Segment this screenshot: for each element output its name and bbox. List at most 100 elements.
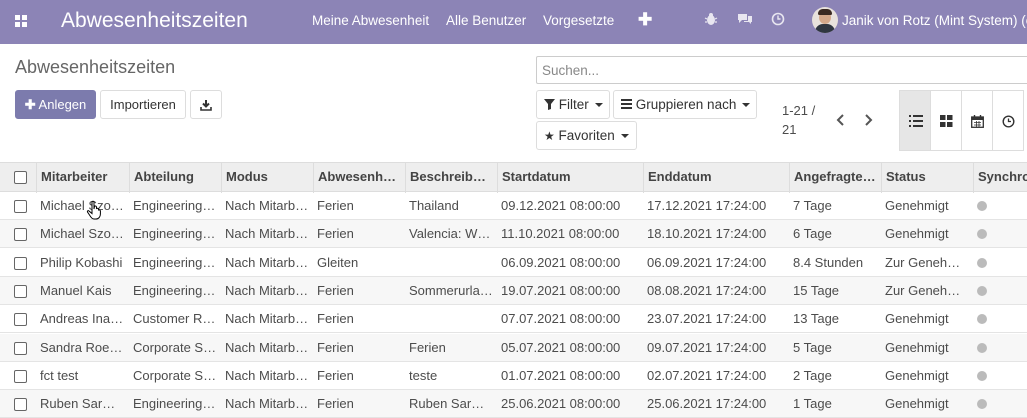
cell-start-date: 19.07.2021 08:00:00 [501, 283, 621, 298]
filter-label: Filter [558, 97, 589, 112]
chevron-right-icon[interactable] [862, 112, 874, 128]
group-by-dropdown[interactable]: Gruppieren nach [613, 90, 757, 119]
activity-view-button[interactable] [992, 90, 1024, 151]
column-header-requested[interactable]: Angefragte… [789, 163, 882, 193]
avatar[interactable] [812, 7, 838, 33]
cell-status: Genehmigt [885, 198, 949, 213]
column-header-absence-type[interactable]: Abwesenh… [313, 163, 406, 193]
table-row[interactable]: Manuel Kais Engineering… Nach Mitarb… Ferie… [0, 277, 1027, 305]
select-all-checkbox[interactable] [14, 171, 27, 184]
cell-requested: 1 Tage [793, 396, 832, 411]
row-checkbox[interactable] [14, 313, 27, 326]
column-header-start-date[interactable]: Startdatum [497, 163, 643, 193]
calendar-view-icon [971, 115, 984, 128]
menu-all-users[interactable]: Alle Benutzer [446, 13, 526, 29]
cell-mode: Nach Mitarb… [225, 311, 309, 326]
cell-mode: Nach Mitarb… [225, 340, 309, 355]
cell-employee: fct test [40, 368, 79, 383]
search-input[interactable] [536, 56, 1027, 84]
clock-icon[interactable] [771, 12, 785, 26]
row-checkbox[interactable] [14, 228, 27, 241]
cell-absence-type: Ferien [317, 396, 354, 411]
row-checkbox[interactable] [14, 257, 27, 270]
filter-dropdown[interactable]: Filter [536, 90, 610, 119]
breadcrumb: Abwesenheitszeiten [15, 57, 176, 77]
calendar-view-button[interactable] [961, 90, 993, 151]
favorites-label: Favoriten [558, 128, 615, 143]
column-header-sync[interactable]: Synchro [973, 163, 1027, 193]
column-header-mode[interactable]: Modus [221, 163, 314, 193]
cell-absence-type: Gleiten [317, 255, 359, 270]
row-checkbox[interactable] [14, 200, 27, 213]
cell-end-date: 08.08.2021 17:24:00 [647, 283, 767, 298]
pager-value[interactable]: 1-21 / [782, 101, 822, 120]
row-checkbox[interactable] [14, 370, 27, 383]
column-header-status[interactable]: Status [881, 163, 974, 193]
cell-description: Sommerurla… [409, 283, 493, 298]
table-row[interactable]: Michael Szo… Engineering… Nach Mitarb… Feri… [0, 192, 1027, 220]
column-header-end-date[interactable]: Enddatum [643, 163, 790, 193]
chevron-left-icon[interactable] [835, 112, 847, 128]
cell-description: Valencia: W… [409, 226, 491, 241]
cell-department: Engineering… [133, 283, 216, 298]
chevron-down-icon [742, 103, 751, 108]
list-view-button[interactable] [899, 90, 931, 151]
plus-icon: ✚ [24, 97, 36, 112]
column-header-department[interactable]: Abteilung [129, 163, 222, 193]
apps-grid-icon[interactable] [15, 15, 27, 27]
download-button[interactable] [190, 90, 222, 119]
sync-status-dot [977, 258, 987, 268]
import-button[interactable]: Importieren [100, 90, 186, 119]
download-icon [200, 100, 212, 111]
cell-employee: Sandra Roe… [40, 340, 123, 355]
chat-icon[interactable] [737, 12, 753, 26]
sync-status-dot [977, 371, 987, 381]
kanban-view-button[interactable] [930, 90, 962, 151]
table-row[interactable]: Andreas Ina… Customer R… Nach Mitarb… Ferie… [0, 305, 1027, 333]
add-menu-icon[interactable]: ✚ [638, 10, 652, 30]
app-title: Abwesenheitszeiten [61, 9, 248, 32]
cell-employee: Philip Kobashi [40, 255, 123, 270]
cell-requested: 15 Tage [793, 283, 840, 298]
pager[interactable]: 1-21 / 21 [782, 101, 822, 139]
row-checkbox[interactable] [14, 342, 27, 355]
user-name[interactable]: Janik von Rotz (Mint System) (cp [842, 13, 1027, 28]
list-bars-icon [621, 99, 632, 109]
star-icon: ★ [544, 129, 555, 143]
table-header: Mitarbeiter Abteilung Modus Abwesenh… Be… [0, 162, 1027, 193]
cell-description: Ferien [409, 340, 446, 355]
cell-employee: Michael Szo… [40, 198, 124, 213]
favorites-dropdown[interactable]: ★ Favoriten [536, 121, 637, 150]
cell-end-date: 17.12.2021 17:24:00 [647, 198, 767, 213]
cell-department: Customer R… [133, 311, 216, 326]
filter-icon [544, 99, 555, 110]
pager-total: 21 [782, 122, 797, 137]
cell-absence-type: Ferien [317, 226, 354, 241]
cell-end-date: 09.07.2021 17:24:00 [647, 340, 767, 355]
table-row[interactable]: fct test Corporate S… Nach Mitarb… Ferien te… [0, 362, 1027, 390]
menu-managers[interactable]: Vorgesetzte [543, 13, 614, 29]
column-header-description[interactable]: Beschreib… [405, 163, 498, 193]
table-row[interactable]: Ruben Sar… Engineering… Nach Mitarb… Ferien… [0, 390, 1027, 418]
table-row[interactable]: Philip Kobashi Engineering… Nach Mitarb… Gl… [0, 249, 1027, 277]
menu-my-absence[interactable]: Meine Abwesenheit [312, 13, 429, 29]
cell-mode: Nach Mitarb… [225, 198, 309, 213]
cell-requested: 5 Tage [793, 340, 832, 355]
bug-icon[interactable] [704, 12, 718, 26]
sync-status-dot [977, 201, 987, 211]
table-row[interactable]: Sandra Roe… Corporate S… Nach Mitarb… Ferie… [0, 334, 1027, 362]
row-checkbox[interactable] [14, 285, 27, 298]
create-button[interactable]: ✚ Anlegen [15, 90, 96, 119]
cell-end-date: 02.07.2021 17:24:00 [647, 368, 767, 383]
cell-department: Engineering… [133, 226, 216, 241]
column-header-employee[interactable]: Mitarbeiter [36, 163, 129, 193]
cell-absence-type: Ferien [317, 368, 354, 383]
cell-employee: Ruben Sar… [40, 396, 116, 411]
activity-view-icon [1002, 115, 1015, 128]
table-row[interactable]: Michael Szo… Engineering… Nach Mitarb… Feri… [0, 220, 1027, 248]
cell-end-date: 06.09.2021 17:24:00 [647, 255, 767, 270]
chevron-down-icon [594, 103, 603, 108]
cell-description: teste [409, 368, 438, 383]
cell-end-date: 18.10.2021 17:24:00 [647, 226, 767, 241]
cell-start-date: 09.12.2021 08:00:00 [501, 198, 621, 213]
